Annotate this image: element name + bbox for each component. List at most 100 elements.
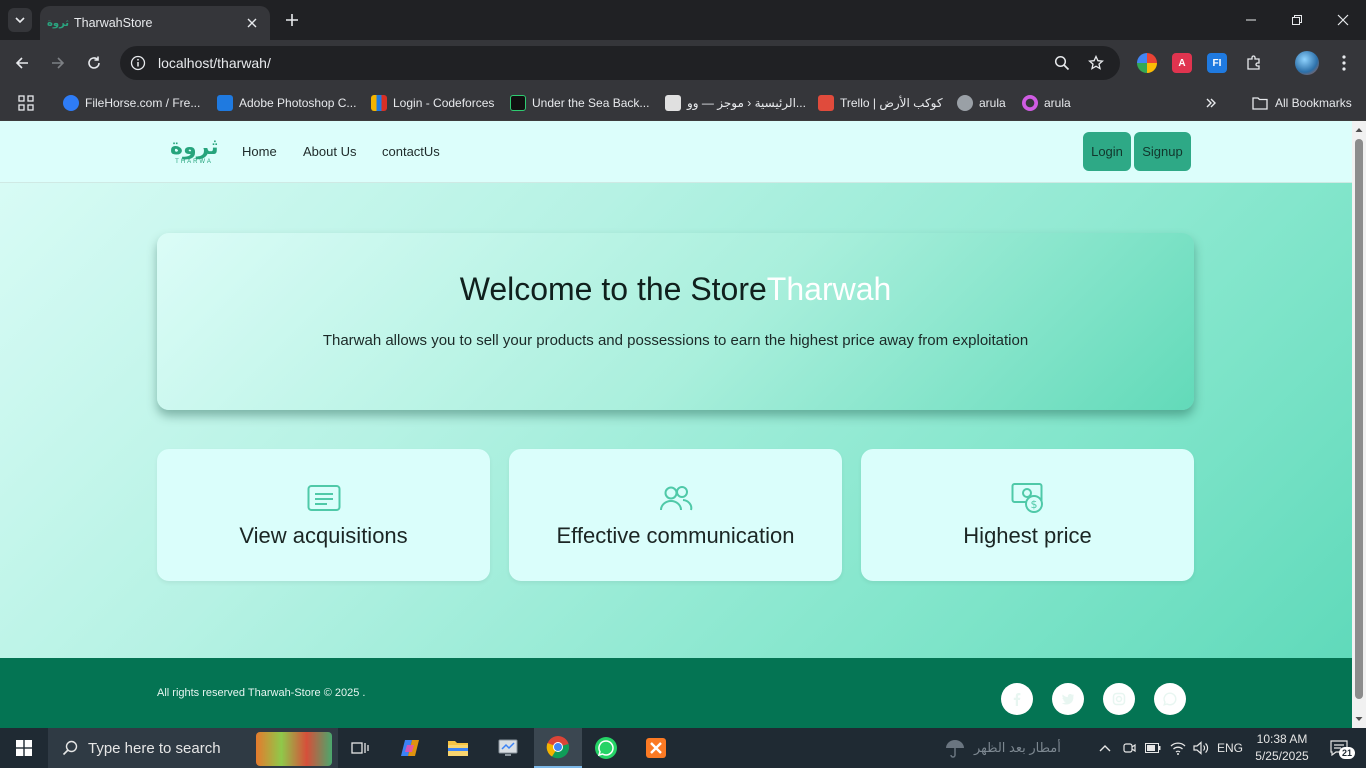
tab-title: TharwahStore bbox=[74, 16, 153, 30]
site-header: ثروة THARWA Home About Us contactUs Logi… bbox=[0, 121, 1352, 183]
browser-tab[interactable]: ثروة TharwahStore bbox=[40, 6, 270, 40]
weather-widget[interactable]: أمطار بعد الظهر bbox=[944, 728, 1061, 768]
volume-icon[interactable] bbox=[1190, 728, 1212, 768]
umbrella-rain-icon bbox=[944, 738, 966, 758]
profile-avatar[interactable] bbox=[1295, 51, 1319, 75]
back-button[interactable] bbox=[10, 51, 34, 75]
language-indicator[interactable]: ENG bbox=[1214, 728, 1246, 768]
close-tab-icon[interactable] bbox=[244, 15, 260, 31]
tab-search-button[interactable] bbox=[8, 8, 32, 32]
hero-brand: Tharwah bbox=[766, 271, 892, 307]
bookmarks-overflow-chevron-icon[interactable] bbox=[1204, 92, 1218, 114]
site-info-icon[interactable] bbox=[130, 55, 146, 71]
nav-contact-us[interactable]: contactUs bbox=[382, 144, 440, 159]
notification-icon: 21 bbox=[1330, 740, 1356, 759]
url-text: localhost/tharwah/ bbox=[158, 55, 271, 71]
instagram-icon[interactable] bbox=[1103, 683, 1135, 715]
taskbar-clock[interactable]: 10:38 AM 5/25/2025 bbox=[1246, 731, 1318, 765]
whatsapp-taskbar-icon[interactable] bbox=[582, 728, 630, 768]
clock-time: 10:38 AM bbox=[1256, 732, 1308, 746]
hero-title: Welcome to the StoreTharwah bbox=[157, 271, 1194, 308]
page-scrollbar[interactable] bbox=[1352, 121, 1366, 728]
nav-about-us[interactable]: About Us bbox=[303, 144, 356, 159]
apps-grid-icon[interactable] bbox=[18, 92, 34, 114]
tray-overflow-chevron-icon[interactable] bbox=[1094, 728, 1116, 768]
whatsapp-icon[interactable] bbox=[1154, 683, 1186, 715]
ring-icon bbox=[1022, 95, 1038, 111]
bookmark-arula-2[interactable]: arula bbox=[1022, 92, 1071, 114]
copilot-icon[interactable] bbox=[386, 728, 434, 768]
bookmark-arula-1[interactable]: arula bbox=[957, 92, 1006, 114]
address-bar[interactable]: localhost/tharwah/ bbox=[120, 46, 1120, 80]
tab-strip: ثروة TharwahStore bbox=[0, 0, 1366, 40]
bookmark-trello[interactable]: Trello | كوكب الأرض bbox=[818, 92, 943, 114]
bookmark-under-the-sea[interactable]: Under the Sea Back... bbox=[510, 92, 649, 114]
scroll-up-arrow-icon[interactable] bbox=[1352, 123, 1366, 137]
chrome-taskbar-icon[interactable] bbox=[534, 728, 582, 768]
signup-button[interactable]: Signup bbox=[1134, 132, 1191, 171]
forward-button[interactable] bbox=[46, 51, 70, 75]
login-button[interactable]: Login bbox=[1083, 132, 1131, 171]
menu-kebab-icon[interactable] bbox=[1332, 51, 1356, 75]
hero-subtitle: Tharwah allows you to sell your products… bbox=[322, 332, 1029, 349]
all-bookmarks-button[interactable]: All Bookmarks bbox=[1252, 92, 1352, 114]
reload-button[interactable] bbox=[82, 51, 106, 75]
taskbar-search-box[interactable]: Type here to search bbox=[48, 728, 338, 768]
scrollbar-thumb[interactable] bbox=[1355, 139, 1363, 699]
site-logo[interactable]: ثروة THARWA bbox=[170, 135, 219, 173]
logo-arabic: ثروة bbox=[170, 135, 219, 160]
fi-extension-icon[interactable]: FI bbox=[1207, 53, 1227, 73]
restore-button[interactable] bbox=[1274, 0, 1320, 40]
money-icon: $ bbox=[1011, 481, 1045, 515]
extensions-puzzle-icon[interactable] bbox=[1242, 51, 1266, 75]
close-window-button[interactable] bbox=[1320, 0, 1366, 40]
svg-text:$: $ bbox=[1031, 498, 1038, 511]
filehorse-icon bbox=[63, 95, 79, 111]
bookmark-photoshop[interactable]: Adobe Photoshop C... bbox=[217, 92, 356, 114]
xampp-icon[interactable] bbox=[632, 728, 680, 768]
search-icon bbox=[62, 740, 78, 756]
feature-card-acquisitions[interactable]: View acquisitions bbox=[157, 449, 490, 581]
folder-icon bbox=[1252, 96, 1268, 110]
bookmark-label: Trello | كوكب الأرض bbox=[840, 96, 943, 110]
feature-card-highest-price[interactable]: $ Highest price bbox=[861, 449, 1194, 581]
file-explorer-icon[interactable] bbox=[434, 728, 482, 768]
zoom-icon[interactable] bbox=[1050, 51, 1074, 75]
chevron-down-icon bbox=[14, 14, 26, 26]
scroll-down-arrow-icon[interactable] bbox=[1352, 712, 1366, 726]
card-title: Effective communication bbox=[556, 523, 795, 548]
facebook-icon[interactable] bbox=[1001, 683, 1033, 715]
footer-copyright: All rights reserved Tharwah-Store © 2025… bbox=[157, 687, 366, 699]
page-viewport: ثروة THARWA Home About Us contactUs Logi… bbox=[0, 121, 1352, 728]
tab-favicon-icon: ثروة bbox=[46, 17, 70, 29]
bookmark-mojaz[interactable]: الرئيسية ‹ موجز — وو... bbox=[665, 92, 806, 114]
color-extension-icon[interactable] bbox=[1137, 53, 1157, 73]
battery-icon[interactable] bbox=[1142, 728, 1164, 768]
notification-count-badge: 21 bbox=[1339, 747, 1356, 759]
photoshop-link-icon bbox=[217, 95, 233, 111]
wifi-icon[interactable] bbox=[1166, 728, 1190, 768]
bookmark-label: arula bbox=[979, 96, 1006, 110]
bookmark-label: Adobe Photoshop C... bbox=[239, 96, 357, 110]
bookmark-filehorse[interactable]: FileHorse.com / Fre... bbox=[63, 92, 200, 114]
monitor-app-icon[interactable] bbox=[484, 728, 532, 768]
hero-title-text: Welcome to the Store bbox=[459, 271, 767, 307]
feature-card-communication[interactable]: Effective communication bbox=[509, 449, 842, 581]
pdf-extension-icon[interactable]: A bbox=[1172, 53, 1192, 73]
minimize-button[interactable] bbox=[1228, 0, 1274, 40]
bookmark-label: Login - Codeforces bbox=[393, 96, 495, 110]
mojaz-icon bbox=[665, 95, 681, 111]
logo-latin: THARWA bbox=[175, 159, 213, 165]
browser-toolbar: localhost/tharwah/ A FI bbox=[0, 40, 1366, 86]
twitter-icon[interactable] bbox=[1052, 683, 1084, 715]
windows-start-button[interactable] bbox=[0, 728, 48, 768]
bookmark-codeforces[interactable]: Login - Codeforces bbox=[371, 92, 494, 114]
meet-now-icon[interactable] bbox=[1118, 728, 1140, 768]
task-view-icon[interactable] bbox=[336, 728, 384, 768]
under-the-sea-icon bbox=[510, 95, 526, 111]
new-tab-button[interactable] bbox=[282, 10, 302, 30]
bookmark-label: الرئيسية ‹ موجز — وو... bbox=[687, 96, 806, 110]
notification-center-button[interactable]: 21 bbox=[1320, 728, 1358, 768]
nav-home[interactable]: Home bbox=[242, 144, 277, 159]
bookmark-star-icon[interactable] bbox=[1084, 51, 1108, 75]
